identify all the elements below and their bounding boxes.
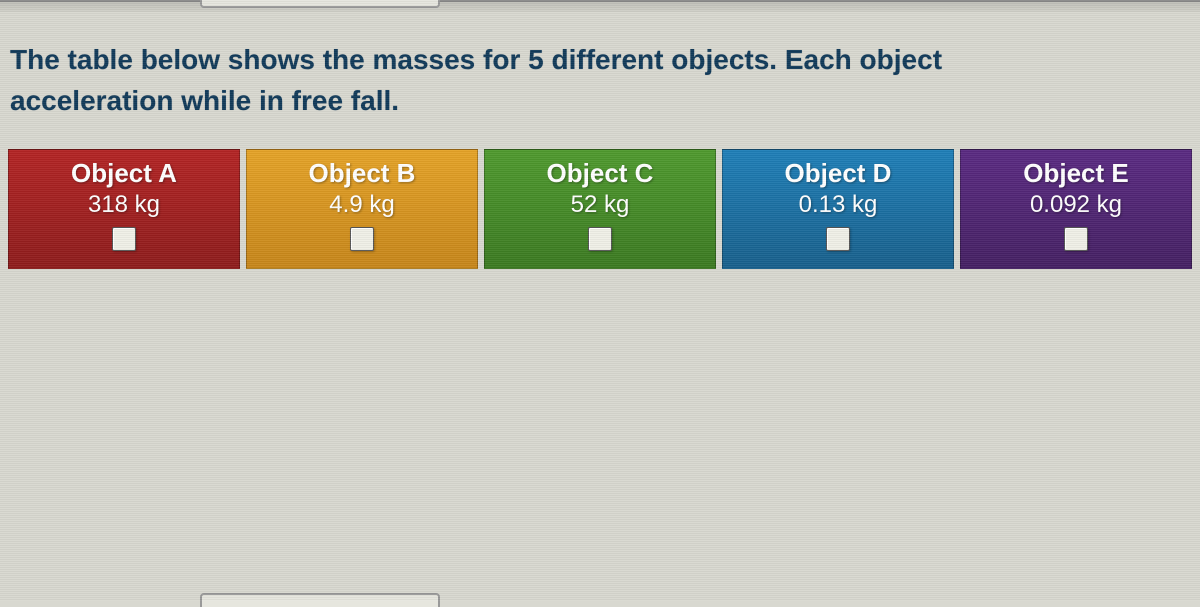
object-b-name: Object B [251, 158, 473, 189]
object-e-mass: 0.092 kg [965, 191, 1187, 219]
object-a-checkbox[interactable] [112, 227, 136, 251]
question-line-1: The table below shows the masses for 5 d… [10, 44, 942, 75]
partial-button-top [200, 0, 440, 8]
object-d-cell: Object D 0.13 kg [722, 149, 954, 269]
object-a-name: Object A [13, 158, 235, 189]
top-divider [0, 0, 1200, 12]
question-line-2: acceleration while in free fall. [10, 85, 399, 116]
object-e-name: Object E [965, 158, 1187, 189]
object-d-mass: 0.13 kg [727, 191, 949, 219]
object-c-mass: 52 kg [489, 191, 711, 219]
objects-row: Object A 318 kg Object B 4.9 kg Object C… [0, 149, 1200, 269]
object-e-cell: Object E 0.092 kg [960, 149, 1192, 269]
question-text: The table below shows the masses for 5 d… [0, 12, 1200, 149]
object-a-cell: Object A 318 kg [8, 149, 240, 269]
object-b-checkbox[interactable] [350, 227, 374, 251]
object-e-checkbox[interactable] [1064, 227, 1088, 251]
object-b-cell: Object B 4.9 kg [246, 149, 478, 269]
object-b-mass: 4.9 kg [251, 191, 473, 219]
object-d-name: Object D [727, 158, 949, 189]
object-a-mass: 318 kg [13, 191, 235, 219]
partial-button-bottom [200, 593, 440, 607]
object-c-cell: Object C 52 kg [484, 149, 716, 269]
object-c-name: Object C [489, 158, 711, 189]
object-c-checkbox[interactable] [588, 227, 612, 251]
object-d-checkbox[interactable] [826, 227, 850, 251]
